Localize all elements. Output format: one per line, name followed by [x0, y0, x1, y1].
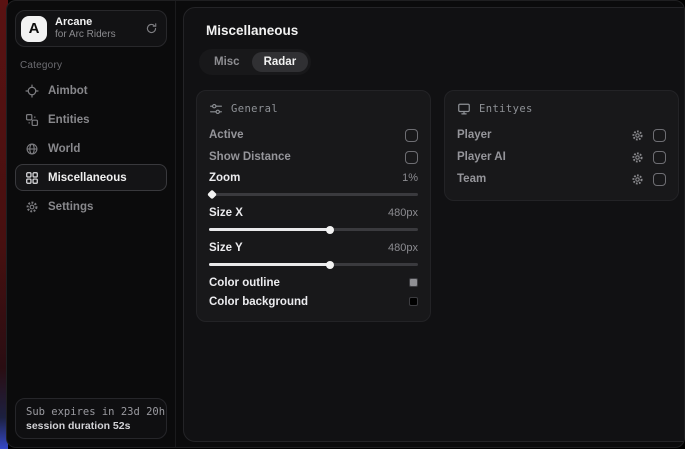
- sidebar-item-label: Miscellaneous: [48, 172, 127, 184]
- tab-radar[interactable]: Radar: [252, 52, 309, 72]
- team-label: Team: [457, 173, 486, 185]
- main-area: Miscellaneous Misc Radar General Active: [176, 1, 685, 447]
- sidebar-item-entities[interactable]: Entities: [15, 106, 167, 133]
- category-label: Category: [20, 60, 167, 71]
- zoom-value: 1%: [402, 172, 418, 184]
- active-label: Active: [209, 129, 244, 141]
- sidebar: A Arcane for Arc Riders Category Aimbot …: [7, 1, 176, 447]
- grid-icon: [25, 171, 39, 185]
- player-row: Player: [457, 124, 666, 146]
- monitor-icon: [457, 102, 471, 116]
- subscription-card: Sub expires in 23d 20h session duration …: [15, 398, 167, 439]
- tab-misc[interactable]: Misc: [202, 52, 252, 72]
- main-card: Miscellaneous Misc Radar General Active: [183, 7, 685, 442]
- entities-panel: Entityes Player Player AI: [444, 90, 679, 201]
- player-ai-row: Player AI: [457, 146, 666, 168]
- show-distance-label: Show Distance: [209, 151, 291, 163]
- player-ai-checkbox[interactable]: [653, 151, 666, 164]
- sidebar-item-label: Aimbot: [48, 85, 88, 97]
- sidebar-item-label: World: [48, 143, 80, 155]
- sidebar-nav: Aimbot Entities World Miscellaneous Sett…: [15, 77, 167, 220]
- player-label: Player: [457, 129, 492, 141]
- team-row: Team: [457, 168, 666, 190]
- app-logo: A: [21, 16, 47, 42]
- zoom-row: Zoom 1%: [209, 168, 418, 188]
- sidebar-item-miscellaneous[interactable]: Miscellaneous: [15, 164, 167, 191]
- brand-name: Arcane: [55, 16, 137, 29]
- general-panel-title: General: [231, 103, 278, 115]
- color-outline-label: Color outline: [209, 277, 280, 289]
- player-gear-icon[interactable]: [631, 129, 644, 142]
- general-panel-header: General: [209, 102, 418, 116]
- sliders-icon: [209, 102, 223, 116]
- crosshair-icon: [25, 84, 39, 98]
- zoom-slider[interactable]: [209, 189, 418, 199]
- size-y-row: Size Y 480px: [209, 238, 418, 258]
- globe-icon: [25, 142, 39, 156]
- team-gear-icon[interactable]: [631, 173, 644, 186]
- active-row: Active: [209, 124, 418, 146]
- sidebar-item-label: Settings: [48, 201, 93, 213]
- active-checkbox[interactable]: [405, 129, 418, 142]
- size-y-label: Size Y: [209, 242, 243, 254]
- zoom-slider-track: [209, 193, 418, 196]
- tab-bar: Misc Radar: [199, 49, 311, 75]
- team-checkbox[interactable]: [653, 173, 666, 186]
- player-checkbox[interactable]: [653, 129, 666, 142]
- page-title: Miscellaneous: [206, 23, 679, 38]
- size-x-slider[interactable]: [209, 224, 418, 234]
- zoom-label: Zoom: [209, 172, 240, 184]
- size-y-slider-fill: [209, 263, 330, 266]
- size-y-slider[interactable]: [209, 259, 418, 269]
- sub-expires-text: Sub expires in 23d 20h: [26, 406, 156, 418]
- show-distance-checkbox[interactable]: [405, 151, 418, 164]
- app-window: A Arcane for Arc Riders Category Aimbot …: [6, 0, 685, 448]
- zoom-slider-thumb[interactable]: [207, 190, 217, 200]
- color-background-label: Color background: [209, 296, 308, 308]
- size-x-slider-thumb[interactable]: [326, 226, 334, 234]
- sidebar-item-label: Entities: [48, 114, 90, 126]
- size-y-slider-thumb[interactable]: [326, 261, 334, 269]
- player-ai-gear-icon[interactable]: [631, 151, 644, 164]
- entities-panel-title: Entityes: [479, 103, 533, 115]
- session-duration-text: session duration 52s: [26, 420, 156, 432]
- size-y-value: 480px: [388, 242, 418, 254]
- sync-icon[interactable]: [145, 22, 158, 35]
- sidebar-item-aimbot[interactable]: Aimbot: [15, 77, 167, 104]
- size-x-slider-fill: [209, 228, 330, 231]
- general-panel: General Active Show Distance Zoom 1%: [196, 90, 431, 322]
- color-background-swatch[interactable]: [409, 297, 418, 306]
- entities-icon: [25, 113, 39, 127]
- size-x-label: Size X: [209, 207, 243, 219]
- brand-text: Arcane for Arc Riders: [55, 16, 137, 40]
- sidebar-item-settings[interactable]: Settings: [15, 193, 167, 220]
- gear-icon: [25, 200, 39, 214]
- brand-card: A Arcane for Arc Riders: [15, 10, 167, 47]
- size-x-value: 480px: [388, 207, 418, 219]
- color-background-row: Color background: [209, 292, 418, 311]
- size-x-row: Size X 480px: [209, 203, 418, 223]
- brand-subtitle: for Arc Riders: [55, 29, 137, 41]
- color-outline-swatch[interactable]: [409, 278, 418, 287]
- entities-panel-header: Entityes: [457, 102, 666, 116]
- panels-row: General Active Show Distance Zoom 1%: [196, 90, 679, 322]
- player-ai-label: Player AI: [457, 151, 506, 163]
- sidebar-item-world[interactable]: World: [15, 135, 167, 162]
- color-outline-row: Color outline: [209, 273, 418, 292]
- show-distance-row: Show Distance: [209, 146, 418, 168]
